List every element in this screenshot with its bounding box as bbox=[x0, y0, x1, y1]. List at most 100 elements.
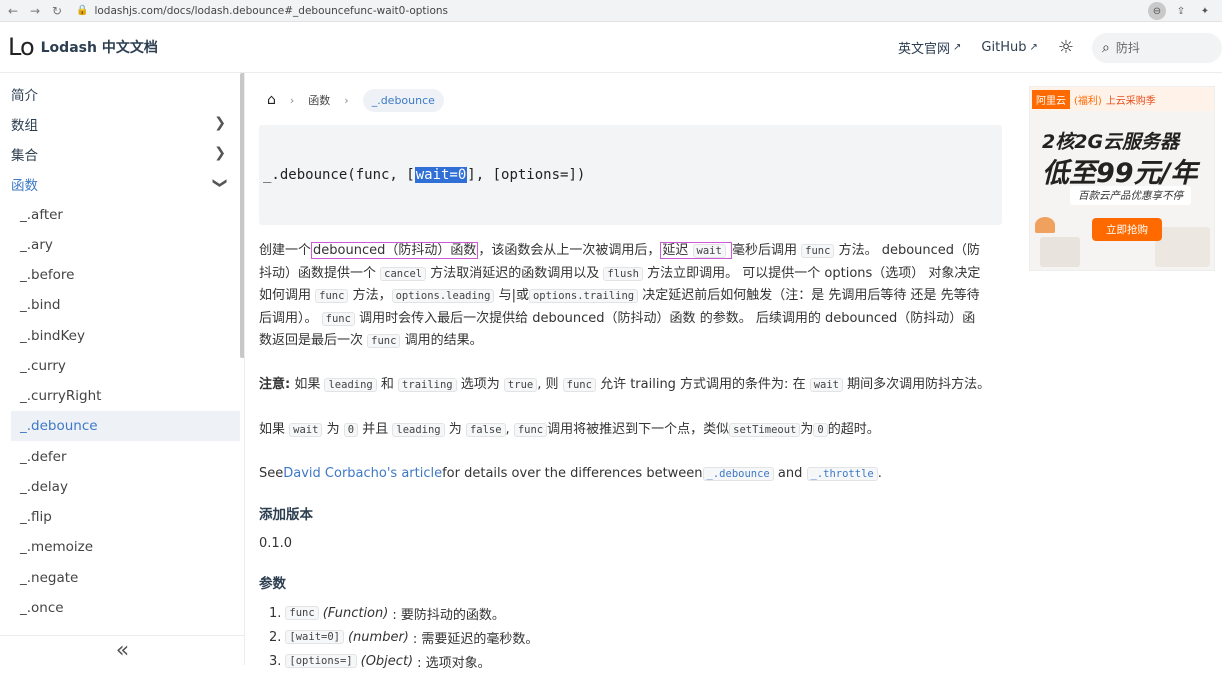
code-func: func bbox=[321, 311, 355, 326]
desc-text: 后调用）。 bbox=[259, 310, 318, 326]
zoom-icon[interactable]: ⊖ bbox=[1148, 2, 1166, 20]
ad-buy-button[interactable]: 立即抢购 bbox=[1092, 218, 1162, 241]
param-code: [wait=0] bbox=[285, 630, 344, 644]
sidebar-item-function[interactable]: 函数 ❯ bbox=[0, 169, 240, 199]
code-false: false bbox=[465, 423, 506, 437]
param-code: func bbox=[285, 606, 319, 620]
aliyun-ad-banner[interactable]: 阿里云 (福利) 上云采购季 2核2G云服务器 低至99元/年 百款云产品优惠享… bbox=[1029, 86, 1215, 271]
sidebar-item-label: _.bindKey bbox=[20, 328, 85, 344]
note-text: 如果 bbox=[290, 377, 321, 392]
sidebar-item-collection[interactable]: 集合 ❯ bbox=[0, 139, 240, 169]
debounce-link[interactable]: _.debounce bbox=[702, 467, 774, 481]
sidebar-item-array[interactable]: 数组 ❯ bbox=[0, 109, 240, 139]
desc-text: 创建一个 bbox=[259, 243, 312, 258]
code-cancel: cancel bbox=[380, 266, 427, 281]
note-text: 选项为 bbox=[460, 377, 500, 392]
desc-text: ，该函数会从上一次被调用后， bbox=[478, 243, 661, 258]
desc-text: 决定延迟前后如何触发（注：是 先调用后等待 还是 先等待 bbox=[642, 288, 980, 303]
note2-text: , bbox=[505, 422, 510, 437]
note2-text: 的超时。 bbox=[827, 422, 880, 437]
sidebar-item-delay[interactable]: _.delay bbox=[0, 472, 240, 502]
sidebar-item-label: 简介 bbox=[11, 88, 38, 104]
sidebar-item-label: _.negate bbox=[20, 570, 79, 586]
sidebar-item-after[interactable]: _.after bbox=[0, 200, 240, 230]
desc-annotated-text: debounced（防抖动）函数 bbox=[311, 242, 479, 259]
note2-text: 并且 bbox=[362, 422, 389, 437]
sidebar-item-curryright[interactable]: _.curryRight bbox=[0, 381, 240, 411]
list-item: 1. func (Function): 要防抖动的函数。 bbox=[269, 601, 538, 625]
code-func: func bbox=[315, 289, 349, 303]
forward-icon[interactable]: → bbox=[26, 2, 44, 20]
code-options-leading: options.leading bbox=[391, 289, 495, 303]
sidebar-item-once[interactable]: _.once bbox=[0, 593, 240, 623]
sidebar-item-label: _.defer bbox=[20, 449, 67, 465]
github-label: GitHub bbox=[981, 40, 1027, 55]
external-link-icon: ↗ bbox=[953, 42, 962, 53]
param-type: (number) bbox=[347, 629, 409, 645]
param-type: (Function) bbox=[322, 605, 389, 621]
version-heading: 添加版本 bbox=[259, 507, 313, 523]
english-site-link[interactable]: 英文官网 ↗ bbox=[898, 38, 961, 57]
sidebar-item-label: 函数 bbox=[11, 178, 38, 194]
sidebar-item-curry[interactable]: _.curry bbox=[0, 351, 240, 381]
theme-toggle-sun-icon[interactable]: ☼ bbox=[1058, 37, 1074, 58]
see-text: and bbox=[777, 466, 803, 481]
code-trailing: trailing bbox=[398, 378, 457, 392]
note-text: 和 bbox=[380, 377, 394, 392]
desc-text: 调用时会传入最后一次提供给 debounced（防抖动）函数 的参数。 后续调用… bbox=[359, 310, 976, 326]
param-type: (Object) bbox=[360, 653, 414, 669]
code-leading: leading bbox=[392, 423, 445, 437]
sidebar-item-bindkey[interactable]: _.bindKey bbox=[0, 321, 240, 351]
desc-text: 调用的结果。 bbox=[404, 333, 483, 348]
sidebar-item-label: _.bind bbox=[20, 297, 61, 313]
sidebar-item-bind[interactable]: _.bind bbox=[0, 290, 240, 320]
search-box[interactable]: ⌕ bbox=[1092, 32, 1222, 63]
note-text: , 则 bbox=[537, 377, 559, 392]
breadcrumb-section[interactable]: 函数 bbox=[308, 92, 330, 108]
site-logo[interactable]: Lo Lodash 中文文档 bbox=[8, 33, 158, 61]
desc-text: 方法立即调用。 可以提供一个 options（选项） 对象决定 bbox=[647, 265, 981, 281]
sidebar-item-defer[interactable]: _.defer bbox=[0, 442, 240, 472]
lock-icon: 🔒 bbox=[76, 5, 89, 16]
ad-tag: (福利) bbox=[1074, 95, 1102, 107]
sidebar-item-label: 数组 bbox=[11, 118, 38, 134]
code-zero: 0 bbox=[343, 423, 359, 437]
share-icon[interactable]: ⇪ bbox=[1172, 2, 1190, 20]
ad-price-headline: 低至99元/年 bbox=[1042, 158, 1198, 189]
code-options-trailing: options.trailing bbox=[528, 289, 639, 303]
ad-headline: 2核2G云服务器 bbox=[1042, 131, 1180, 153]
extension-icon[interactable]: ✦ bbox=[1196, 2, 1214, 20]
sidebar-item-label: _.delay bbox=[20, 479, 68, 495]
home-icon[interactable]: ⌂ bbox=[267, 92, 276, 108]
sidebar-item-debounce[interactable]: _.debounce bbox=[11, 411, 240, 441]
sidebar-item-ary[interactable]: _.ary bbox=[0, 230, 240, 260]
github-link[interactable]: GitHub ↗ bbox=[981, 40, 1037, 55]
version-value: 0.1.0 bbox=[259, 536, 293, 551]
sidebar-scrollbar[interactable] bbox=[240, 73, 244, 358]
desc-text: 方法， bbox=[352, 288, 392, 303]
desc-text: 抖动）函数提供一个 bbox=[259, 265, 377, 281]
article-link[interactable]: David Corbacho's article bbox=[283, 466, 442, 481]
desc-text: 数返回是最后一次 bbox=[259, 333, 364, 348]
search-input[interactable] bbox=[1115, 40, 1196, 55]
collapse-sidebar-button[interactable]: « bbox=[0, 635, 244, 665]
sidebar-item-flip[interactable]: _.flip bbox=[0, 502, 240, 532]
note2-text: 为 bbox=[326, 422, 340, 437]
site-header: Lo Lodash 中文文档 英文官网 ↗ GitHub ↗ ☼ ⌕ bbox=[0, 22, 1222, 73]
note-paragraph: 注意: 如果 leading 和 trailing 选项为 true, 则 fu… bbox=[259, 374, 990, 397]
list-item: 3. [options=] (Object): 选项对象。 bbox=[269, 649, 538, 673]
reload-icon[interactable]: ↻ bbox=[48, 2, 66, 20]
browser-toolbar: ← → ↻ 🔒 lodashjs.com/docs/lodash.debounc… bbox=[0, 0, 1222, 22]
code-func: func bbox=[367, 334, 401, 348]
sidebar-item-negate[interactable]: _.negate bbox=[0, 563, 240, 593]
address-bar[interactable]: 🔒 lodashjs.com/docs/lodash.debounce#_deb… bbox=[76, 2, 448, 20]
sidebar-item-before[interactable]: _.before bbox=[0, 260, 240, 290]
sidebar-item-memoize[interactable]: _.memoize bbox=[0, 532, 240, 562]
logo-mark: Lo bbox=[8, 33, 35, 61]
breadcrumb-current: _.debounce bbox=[362, 88, 444, 112]
back-icon[interactable]: ← bbox=[4, 2, 22, 20]
note2-text: 如果 bbox=[259, 422, 286, 437]
sidebar-item-intro[interactable]: 简介 bbox=[0, 79, 240, 109]
signature-prefix: _.debounce(func, [ bbox=[263, 167, 415, 183]
throttle-link[interactable]: _.throttle bbox=[806, 467, 878, 481]
